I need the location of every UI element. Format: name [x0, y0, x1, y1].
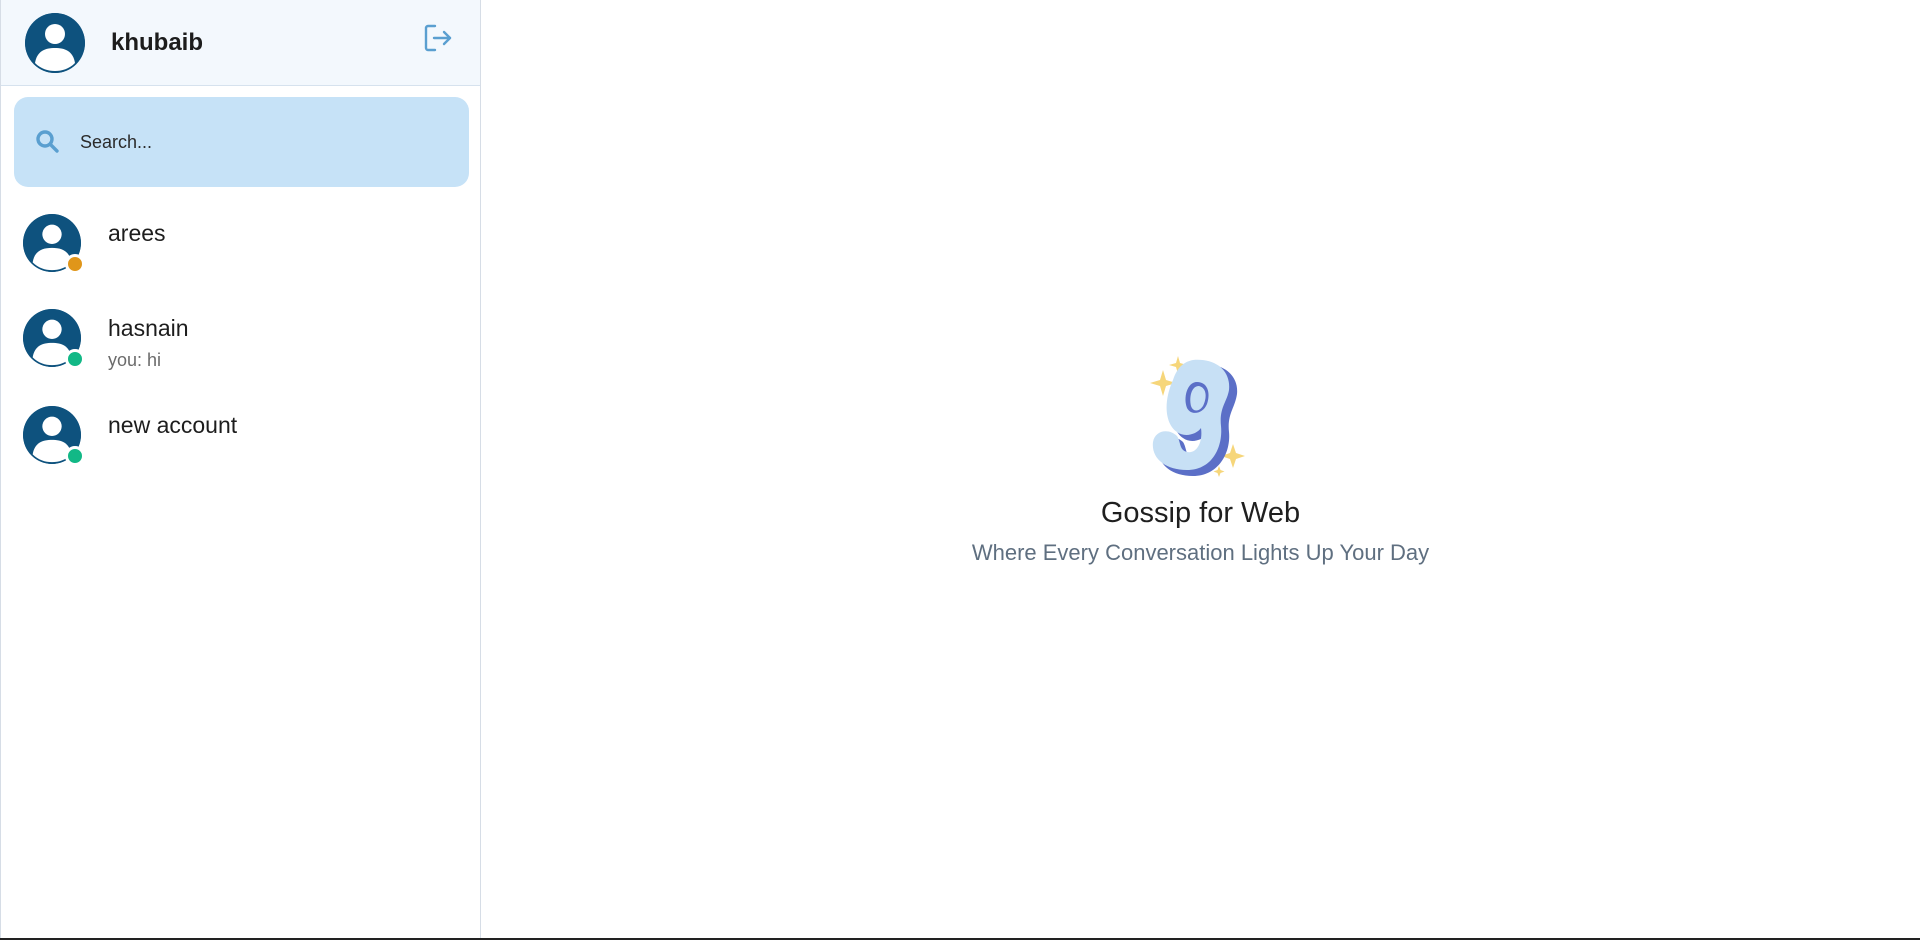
- current-username: khubaib: [111, 28, 204, 56]
- contact-avatar-icon: [23, 214, 85, 274]
- chat-panel: Gossip for Web Where Every Conversation …: [481, 0, 1920, 940]
- user-avatar-icon[interactable]: [25, 12, 85, 73]
- contact-item-new-account[interactable]: new account: [23, 406, 473, 486]
- app-window: khubaib Search... arees hasnain you: hi …: [0, 0, 1920, 940]
- welcome-screen: Gossip for Web Where Every Conversation …: [481, 352, 1920, 566]
- welcome-title: Gossip for Web: [1100, 497, 1301, 529]
- gossip-logo-icon: [1149, 356, 1245, 477]
- contact-avatar-icon: [23, 309, 85, 369]
- welcome-subtitle: Where Every Conversation Lights Up Your …: [971, 540, 1430, 565]
- contact-item-arees[interactable]: arees: [23, 214, 473, 294]
- contact-name: arees: [108, 220, 166, 246]
- contact-name: hasnain: [108, 315, 189, 341]
- contact-item-hasnain[interactable]: hasnain you: hi: [23, 309, 473, 389]
- status-online-dot: [65, 446, 85, 466]
- status-online-dot: [65, 349, 85, 369]
- search-input[interactable]: [80, 131, 420, 153]
- sidebar-header: khubaib: [1, 0, 480, 86]
- logout-icon[interactable]: [422, 22, 454, 54]
- contact-avatar-icon: [23, 406, 85, 466]
- search-bar[interactable]: [14, 97, 469, 187]
- contact-name: new account: [108, 412, 238, 438]
- status-away-dot: [65, 254, 85, 274]
- sidebar: khubaib Search... arees hasnain you: hi …: [0, 0, 481, 938]
- last-message-preview: you: hi: [108, 350, 162, 370]
- search-icon: [36, 130, 59, 153]
